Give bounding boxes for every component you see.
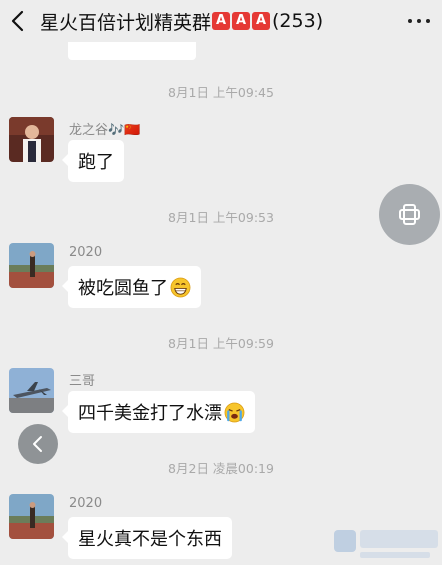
message-bubble[interactable]: 四千美金打了水漂 (62, 391, 255, 433)
floating-back-button[interactable] (18, 424, 58, 464)
back-chevron-icon[interactable] (8, 9, 30, 33)
watermark-logo (334, 530, 438, 558)
member-count: (253) (272, 10, 324, 32)
avatar[interactable] (9, 117, 54, 162)
chat-title: 星火百倍计划精英群 A A A (253) (40, 8, 323, 34)
avatar[interactable] (9, 368, 54, 413)
timestamp: 8月1日 上午09:53 (168, 210, 274, 225)
sender-name: 三哥 (69, 374, 96, 389)
message-text: 星火真不是个东西 (78, 529, 222, 550)
crying-face-icon (224, 402, 245, 422)
chevron-left-icon (33, 436, 42, 452)
message-bubble[interactable]: 星火真不是个东西 (62, 517, 232, 559)
grinning-face-icon (170, 277, 191, 297)
sender-name: 2020 (69, 496, 103, 511)
sender-name: 2020 (69, 245, 103, 260)
timestamp: 8月2日 凌晨00:19 (168, 461, 274, 476)
message-text: 被吃圆鱼了 (78, 278, 168, 299)
red-a-badge-icon: A (252, 12, 271, 30)
avatar[interactable] (9, 494, 54, 539)
sender-name: 龙之谷🎶🇨🇳 (69, 123, 141, 138)
red-a-badge-icon: A (232, 12, 251, 30)
phone-rotate-icon (399, 204, 420, 225)
chat-header: 星火百倍计划精英群 A A A (253) (0, 0, 442, 42)
red-a-badge-icon: A (212, 12, 231, 30)
message-bubble[interactable]: 被吃圆鱼了 (62, 266, 201, 308)
timestamp: 8月1日 上午09:45 (168, 85, 274, 100)
more-dots-icon[interactable] (408, 19, 430, 23)
message-text: 四千美金打了水漂 (78, 403, 222, 424)
timestamp: 8月1日 上午09:59 (168, 336, 274, 351)
title-badges: A A A (212, 12, 272, 30)
switch-device-button[interactable] (379, 184, 440, 245)
chat-title-text: 星火百倍计划精英群 (40, 11, 212, 34)
avatar[interactable] (9, 243, 54, 288)
message-bubble[interactable]: 跑了 (62, 140, 124, 182)
message-text: 跑了 (78, 152, 114, 173)
